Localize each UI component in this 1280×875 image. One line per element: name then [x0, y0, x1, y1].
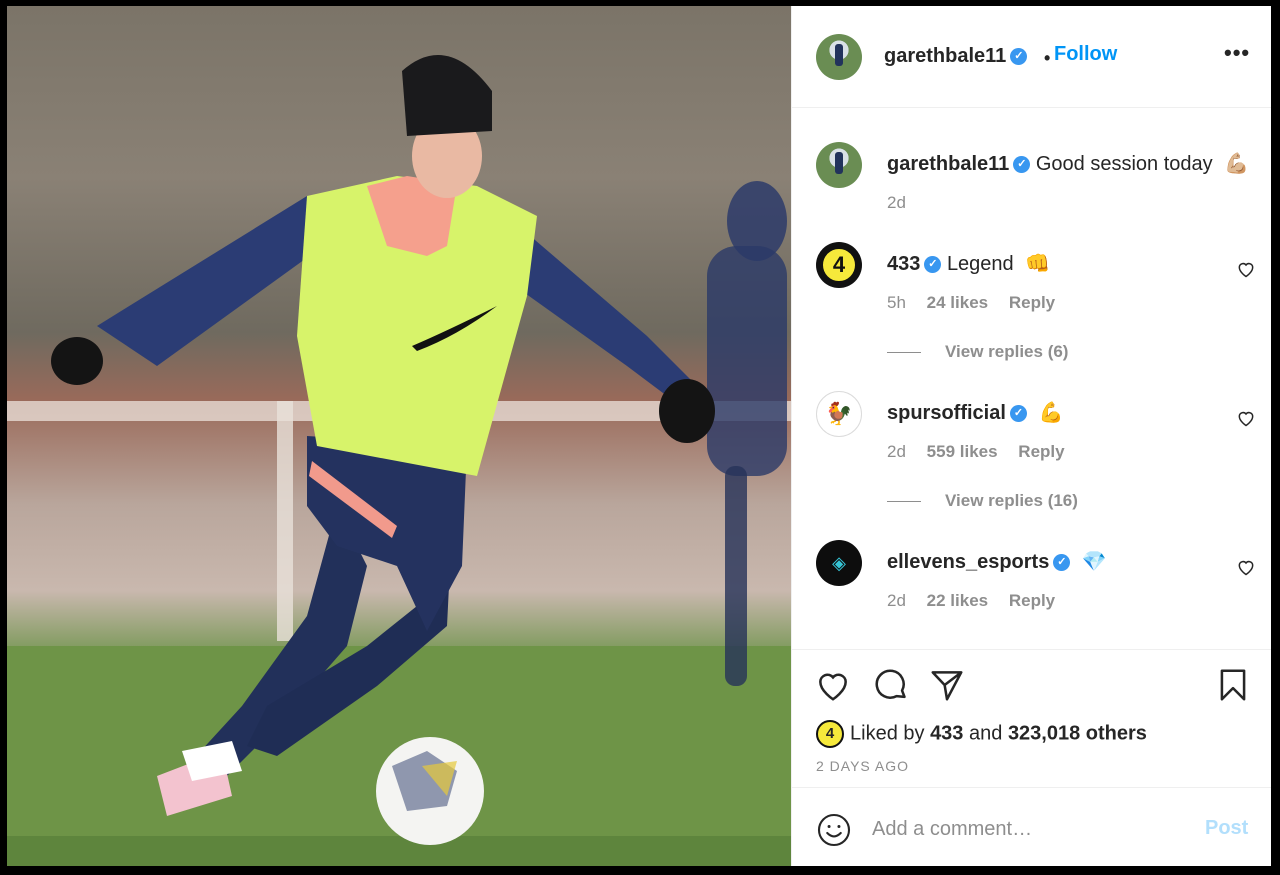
- comment-meta: 5h 24 likes Reply: [887, 293, 1071, 313]
- comment-avatar[interactable]: 🐓: [816, 391, 862, 437]
- verified-icon: ✓: [1013, 156, 1031, 174]
- author-username-text[interactable]: garethbale11: [884, 45, 1006, 67]
- caption-meta: 2d: [887, 193, 922, 213]
- post-side-panel: garethbale11 ✓ • Follow ••• garethbale11 ✓…: [791, 6, 1271, 866]
- comment-username[interactable]: 433: [887, 253, 920, 275]
- liker-username[interactable]: 433: [930, 722, 963, 744]
- ellevens-logo-icon: ◈: [832, 552, 846, 573]
- verified-icon: ✓: [1053, 554, 1071, 572]
- post-modal: garethbale11 ✓ • Follow ••• garethbale11 ✓…: [7, 6, 1271, 866]
- caption-avatar[interactable]: [816, 142, 862, 188]
- comment-meta: 2d 559 likes Reply: [887, 442, 1081, 462]
- comment-like-heart-icon[interactable]: [1236, 408, 1256, 428]
- comment-emoji: 💎: [1081, 551, 1107, 573]
- reply-button[interactable]: Reply: [1009, 591, 1055, 610]
- comment-time[interactable]: 2d: [887, 591, 906, 610]
- smile-icon[interactable]: [816, 812, 852, 848]
- comment-like-heart-icon[interactable]: [1236, 557, 1256, 577]
- post-actions: 4 Liked by 433 and 323,018 others 2 DAYS …: [792, 649, 1271, 787]
- comment-input[interactable]: [872, 810, 1192, 848]
- comment-avatar[interactable]: ◈: [816, 540, 862, 586]
- verified-icon: ✓: [1009, 405, 1027, 423]
- caption-emoji: 💪🏼: [1224, 153, 1250, 175]
- caption-body: Good session today: [1035, 153, 1213, 175]
- comment-avatar-logo: 4: [820, 246, 858, 284]
- comment-likes[interactable]: 559 likes: [927, 442, 998, 461]
- follow-button[interactable]: Follow: [1054, 43, 1117, 66]
- view-replies-button[interactable]: View replies (16): [887, 491, 1078, 511]
- view-replies-button[interactable]: View replies (6): [887, 342, 1068, 362]
- comment-time[interactable]: 2d: [887, 442, 906, 461]
- comment-username[interactable]: spursofficial: [887, 402, 1006, 424]
- comment-icon[interactable]: [872, 666, 910, 704]
- reply-button[interactable]: Reply: [1018, 442, 1064, 461]
- caption-text: garethbale11 ✓ Good session today 💪🏼: [887, 151, 1249, 176]
- likes-others[interactable]: 323,018 others: [1008, 722, 1147, 744]
- comment-text: 433 ✓ Legend 👊: [887, 251, 1050, 276]
- header-separator: •: [1044, 48, 1051, 68]
- comment-body: Legend: [946, 253, 1014, 275]
- verified-icon: ✓: [1010, 48, 1028, 66]
- likes-joiner: and: [969, 722, 1003, 745]
- post-header: garethbale11 ✓ • Follow •••: [792, 6, 1271, 108]
- comment-likes[interactable]: 22 likes: [927, 591, 988, 610]
- like-heart-icon[interactable]: [814, 666, 852, 704]
- liker-avatar[interactable]: 4: [816, 720, 844, 748]
- caption-username[interactable]: garethbale11: [887, 153, 1009, 175]
- spurs-crest-icon: 🐓: [825, 401, 853, 426]
- share-icon[interactable]: [928, 666, 966, 704]
- comment-time[interactable]: 5h: [887, 293, 906, 312]
- comment-likes[interactable]: 24 likes: [927, 293, 988, 312]
- verified-icon: ✓: [924, 256, 942, 274]
- comment-text: spursofficial ✓ 💪: [887, 400, 1063, 425]
- comment-meta: 2d 22 likes Reply: [887, 591, 1071, 611]
- post-timestamp[interactable]: 2 DAYS AGO: [816, 758, 909, 774]
- author-avatar[interactable]: [816, 34, 862, 80]
- more-icon[interactable]: •••: [1224, 40, 1250, 66]
- likes-summary[interactable]: 4 Liked by 433 and 323,018 others: [816, 720, 1147, 748]
- bookmark-icon[interactable]: [1214, 666, 1252, 704]
- author-username[interactable]: garethbale11 ✓: [884, 45, 1028, 68]
- caption-time[interactable]: 2d: [887, 193, 906, 212]
- comment-emoji: 💪: [1038, 402, 1064, 424]
- comment-text: ellevens_esports ✓ 💎: [887, 549, 1107, 574]
- comment-avatar[interactable]: 4: [816, 242, 862, 288]
- comment-like-heart-icon[interactable]: [1236, 259, 1256, 279]
- comments-list[interactable]: garethbale11 ✓ Good session today 💪🏼 2d 4…: [792, 109, 1271, 649]
- comment-username[interactable]: ellevens_esports: [887, 551, 1049, 573]
- likes-prefix: Liked by: [850, 722, 925, 745]
- post-photo[interactable]: [7, 6, 791, 866]
- post-comment-button[interactable]: Post: [1205, 817, 1248, 840]
- photo-illustration: [7, 55, 791, 866]
- reply-button[interactable]: Reply: [1009, 293, 1055, 312]
- comment-composer: Post: [792, 787, 1271, 866]
- comment-emoji: 👊: [1025, 253, 1051, 275]
